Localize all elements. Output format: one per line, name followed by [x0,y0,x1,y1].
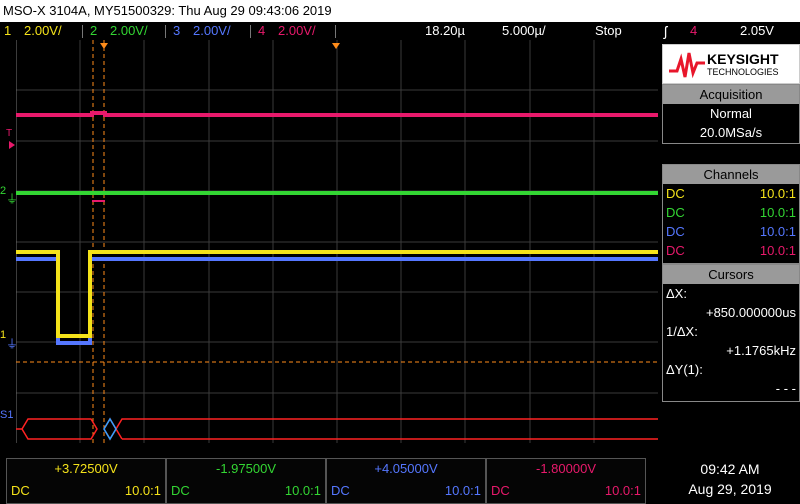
ground-icon: ⏚ [6,192,19,206]
brand-sub: TECHNOLOGIES [707,67,779,77]
brand-name: KEYSIGHT [707,51,779,67]
inverse-delta-x-label-row: 1/ΔX: [666,324,698,339]
divider [250,25,251,38]
waveform-display[interactable] [16,40,658,443]
ch1-offset-box[interactable]: +3.72500V DC 10.0:1 [6,458,166,504]
window-title: MSO-X 3104A, MY51500329: Thu Aug 29 09:4… [3,3,332,18]
ch2-scale[interactable]: 2.00V/ [110,22,148,40]
divider [165,25,166,38]
delta-y-value-row: - - - [775,381,796,396]
ch4-trace [16,111,658,117]
delta-x-label-row: ΔX: [666,286,687,301]
status-bar: 1 2.00V/ 2 2.00V/ 3 2.00V/ 4 2.00V/ 18.2… [0,22,800,40]
divider [335,25,336,38]
ch4-number[interactable]: 4 [258,22,265,40]
acquisition-mode: Normal [710,106,752,121]
ch4-scale[interactable]: 2.00V/ [278,22,316,40]
channel-row: DC 10.0:1 [666,186,796,201]
run-state[interactable]: Stop [595,22,622,40]
ch3-offset-box[interactable]: +4.05000V DC 10.0:1 [326,458,486,504]
time-scale[interactable]: 5.000µ/ [502,22,546,40]
trigger-marker: T [6,128,13,139]
channels-header: Channels [663,165,799,184]
trigger-level[interactable]: 2.05V [740,22,774,40]
channel-row: DC 10.0:1 [666,224,796,239]
acquisition-panel[interactable]: Acquisition Normal 20.0MSa/s [662,84,800,144]
title-bar: MSO-X 3104A, MY51500329: Thu Aug 29 09:4… [0,0,800,22]
keysight-wave-icon [669,52,705,79]
sample-rate: 20.0MSa/s [699,125,763,140]
clock-date: Aug 29, 2019 [688,481,772,497]
time-delay[interactable]: 18.20µ [425,22,465,40]
serial-bus-highlight [103,417,117,441]
ch3-number[interactable]: 3 [173,22,180,40]
ch3-scale[interactable]: 2.00V/ [193,22,231,40]
ch1-scale[interactable]: 2.00V/ [24,22,62,40]
ch4-offset-box[interactable]: -1.80000V DC 10.0:1 [486,458,646,504]
channels-panel[interactable]: Channels DC 10.0:1 DC 10.0:1 DC 10.0:1 D… [662,164,800,264]
ch2-offset-box[interactable]: -1.97500V DC 10.0:1 [166,458,326,504]
acquisition-header: Acquisition [663,85,799,104]
trigger-channel[interactable]: 4 [690,22,697,40]
ground-icon: ⏚ [6,337,19,351]
ch1-number[interactable]: 1 [4,22,11,40]
clock-time: 09:42 AM [700,461,760,477]
channel-row: DC 10.0:1 [666,205,796,220]
inverse-delta-x-value-row: +1.1765kHz [726,343,796,358]
clock: 09:42 AM Aug 29, 2019 [660,456,800,503]
divider [82,25,83,38]
brand-logo: KEYSIGHT TECHNOLOGIES [662,44,800,84]
graticule [16,40,658,443]
channel-row: DC 10.0:1 [666,243,796,258]
bottom-bar: +3.72500V DC 10.0:1 -1.97500V DC 10.0:1 … [0,456,800,504]
bus-marker[interactable]: S1 [0,409,13,421]
delta-y-label-row: ΔY(1): [666,362,703,377]
time-reference-marker [332,43,340,49]
serial-bus-frame-2 [103,417,658,441]
serial-bus-frame-1 [16,418,98,440]
trigger-edge-icon: ʃ [664,23,668,39]
cursors-header: Cursors [663,265,799,284]
ch4-ground-icon [9,141,15,149]
sidebar: KEYSIGHT TECHNOLOGIES Acquisition Normal… [660,40,800,443]
ch2-number[interactable]: 2 [90,22,97,40]
delta-x-value-row: +850.000000us [705,305,796,320]
cursors-panel[interactable]: Cursors ΔX: +850.000000us 1/ΔX: +1.1765k… [662,264,800,402]
